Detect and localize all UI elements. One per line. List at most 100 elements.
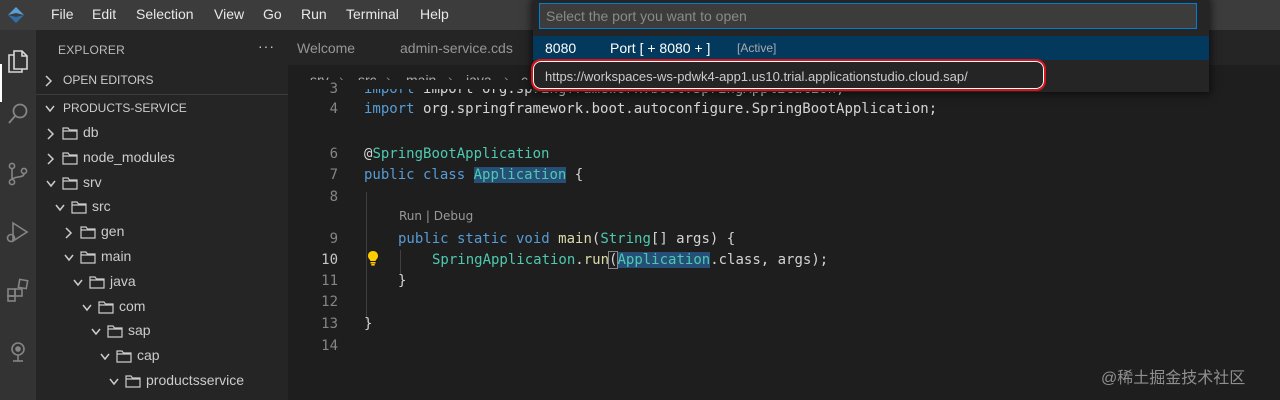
- chevron-right-icon: [65, 227, 73, 239]
- tree-item-com[interactable]: com: [36, 295, 288, 319]
- explorer-title: EXPLORER: [58, 43, 125, 57]
- line-number: 8: [329, 189, 338, 205]
- folder-icon: [98, 300, 114, 314]
- chevron-down-icon: [82, 304, 92, 311]
- tree-item-label: productsservice: [146, 372, 245, 388]
- menu-run[interactable]: Run: [294, 0, 334, 30]
- extensions-icon[interactable]: [0, 270, 36, 310]
- port-status: [Active]: [737, 41, 777, 55]
- tree-item-label: db: [83, 124, 99, 140]
- folder-icon: [116, 350, 132, 363]
- tree-item-label: gen: [101, 223, 125, 240]
- port-label: Port [ + 8080 + ]: [610, 40, 711, 56]
- line-number: 6: [329, 146, 338, 162]
- code-line-6: @SpringBootApplication: [364, 146, 550, 162]
- remote-explorer-icon[interactable]: [0, 332, 36, 372]
- line-number: 3: [329, 81, 338, 97]
- codelens-separator: |: [425, 209, 430, 223]
- chevron-down-icon: [46, 180, 56, 187]
- folder-icon: [62, 152, 78, 165]
- line-number: 4: [329, 101, 338, 117]
- watermark: @稀土掘金技术社区: [1101, 370, 1246, 387]
- port-number: 8080: [545, 40, 577, 56]
- folder-icon: [107, 325, 123, 338]
- line-number: 13: [321, 316, 338, 332]
- menu-selection[interactable]: Selection: [129, 0, 201, 30]
- tree-item-label: cap: [137, 347, 160, 364]
- chevron-right-icon: [47, 153, 55, 165]
- chevron-down-icon: [91, 328, 101, 336]
- highlight-annotation: [531, 59, 1046, 91]
- chevron-right-icon: [47, 128, 55, 140]
- codelens-run[interactable]: Run: [399, 209, 422, 223]
- tree-item-db[interactable]: db: [36, 121, 288, 145]
- chevron-down-icon: [73, 279, 83, 286]
- lightbulb-icon[interactable]: [367, 250, 379, 266]
- code-line-4: import org.springframework.boot.autoconf…: [364, 101, 938, 117]
- tree-item-gen[interactable]: gen: [36, 220, 288, 244]
- more-actions-icon[interactable]: ···: [258, 38, 275, 54]
- tree-item-label: sap: [128, 322, 151, 339]
- port-search-input[interactable]: [539, 3, 1197, 29]
- chevron-down-icon: [45, 105, 55, 113]
- tab-welcome[interactable]: Welcome: [297, 30, 355, 65]
- line-number: 11: [321, 273, 338, 289]
- chevron-down-icon: [55, 204, 65, 212]
- tree-item-srv[interactable]: srv: [36, 171, 288, 195]
- tree-item-cap[interactable]: cap: [36, 344, 288, 368]
- menu-edit[interactable]: Edit: [85, 0, 123, 30]
- line-number: 9: [329, 231, 338, 247]
- folder-icon: [62, 127, 78, 140]
- folder-icon: [62, 176, 78, 190]
- chevron-down-icon: [100, 353, 110, 361]
- code-line-7: public class Application {: [364, 167, 584, 183]
- code-line-9: public static void main(String[] args) {: [398, 231, 736, 247]
- menu-view[interactable]: View: [207, 0, 251, 30]
- line-number-active: 10: [321, 252, 338, 268]
- tree-item-label: java: [110, 272, 136, 289]
- open-editors-header[interactable]: OPEN EDITORS: [36, 70, 288, 92]
- sidebar: EXPLORER ··· OPEN EDITORS PRODUCTS-SERVI…: [36, 30, 288, 400]
- tree-item-productsservice[interactable]: productsservice: [36, 369, 288, 393]
- tree-item-main[interactable]: main: [36, 245, 288, 269]
- folder-icon: [89, 276, 105, 289]
- chevron-down-icon: [109, 378, 119, 386]
- tree-item-src[interactable]: src: [36, 195, 288, 219]
- menu-file[interactable]: File: [44, 0, 81, 30]
- tree-item-node-modules[interactable]: node_modules: [36, 146, 288, 170]
- tree-item-label: srv: [83, 173, 102, 190]
- tree-item-sap[interactable]: sap: [36, 319, 288, 343]
- app-logo-icon: [8, 7, 24, 23]
- port-option-8080[interactable]: 8080 Port [ + 8080 + ] [Active]: [533, 36, 1209, 60]
- tab-admin-service[interactable]: admin-service.cds: [400, 30, 513, 65]
- run-debug-icon[interactable]: [0, 212, 36, 252]
- indent-guide: [400, 250, 401, 274]
- folder-icon: [125, 375, 141, 388]
- line-number: 14: [321, 338, 338, 354]
- source-control-icon[interactable]: [0, 154, 36, 194]
- chevron-down-icon: [64, 254, 74, 262]
- tree-item-label: main: [101, 248, 132, 264]
- search-icon[interactable]: [0, 94, 36, 134]
- tree-item-label: com: [119, 297, 146, 314]
- folder-icon: [71, 201, 87, 214]
- chevron-right-icon: [45, 75, 53, 87]
- explorer-icon[interactable]: [0, 40, 36, 80]
- code-line-11: }: [398, 273, 407, 289]
- project-header[interactable]: PRODUCTS-SERVICE: [36, 98, 288, 120]
- code-editor[interactable]: 3 4 5 6 7 8 9 10 11 12 13 14 import impo…: [288, 80, 1280, 400]
- line-number: 7: [329, 167, 338, 183]
- code-line-13: }: [364, 316, 373, 332]
- code-line-10: SpringApplication.run(Application.class,…: [432, 251, 829, 269]
- tree-item-label: node_modules: [83, 148, 175, 165]
- folder-icon: [80, 226, 96, 239]
- tree-item-java[interactable]: java: [36, 270, 288, 294]
- menu-go[interactable]: Go: [256, 0, 289, 30]
- activity-bar: [0, 30, 36, 400]
- tree-item-label: src: [92, 198, 111, 215]
- codelens-debug[interactable]: Debug: [434, 209, 473, 223]
- folder-icon: [80, 251, 96, 264]
- line-number: 12: [321, 294, 338, 310]
- menu-help[interactable]: Help: [413, 0, 456, 30]
- menu-terminal[interactable]: Terminal: [339, 0, 406, 30]
